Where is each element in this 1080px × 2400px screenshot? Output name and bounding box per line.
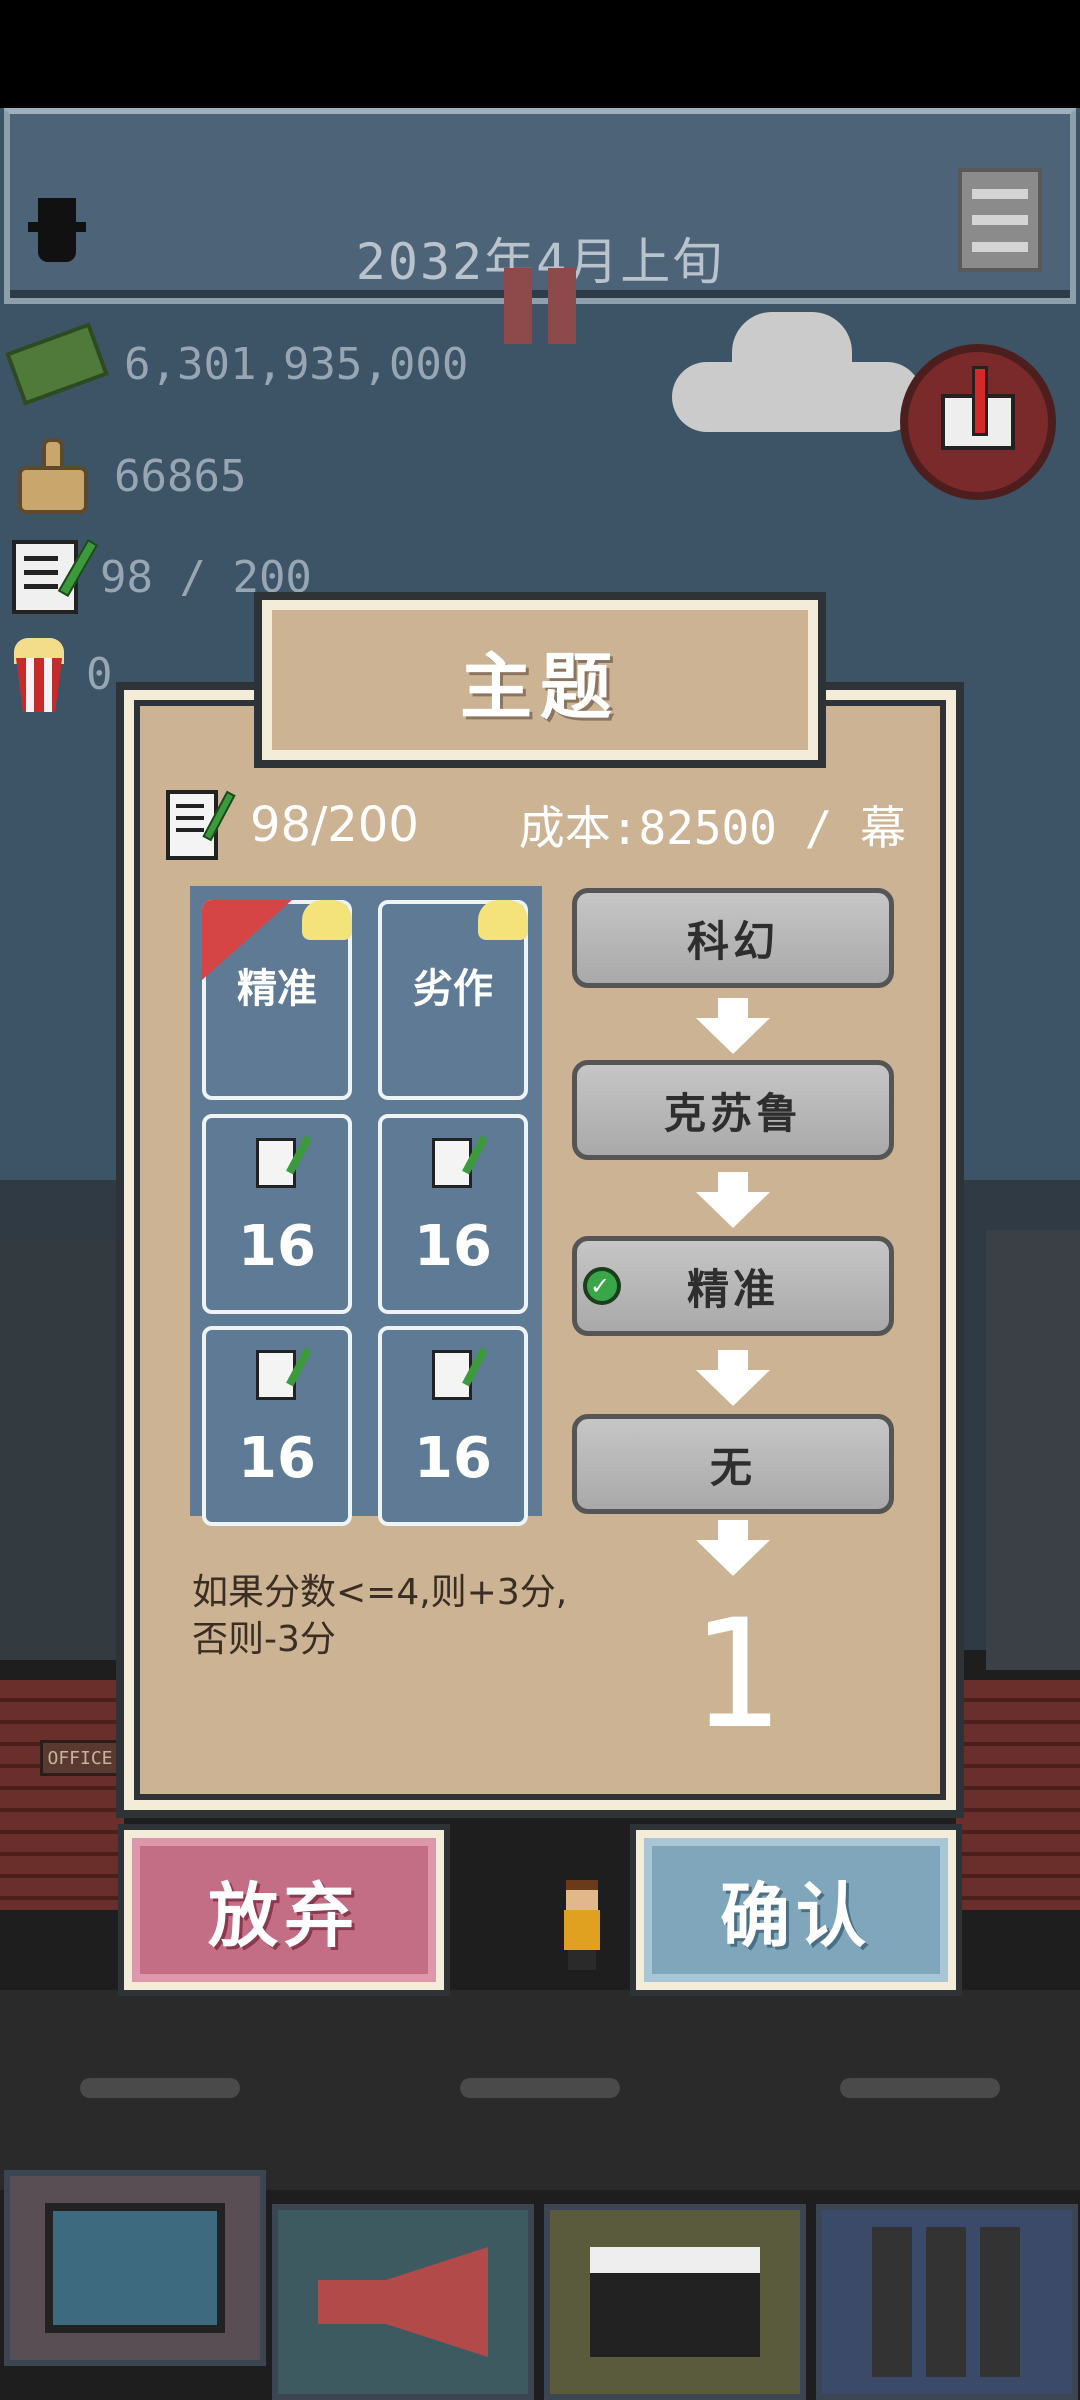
card-score[interactable]: 16 (202, 1114, 352, 1314)
popcorn-icon (12, 636, 64, 712)
likes-value: 66865 (114, 450, 247, 502)
sun-icon (302, 900, 352, 940)
office-sign: OFFICE (40, 1740, 120, 1776)
money-icon (5, 322, 109, 406)
brick-wall-right (956, 1680, 1080, 1910)
bottom-nav (0, 2170, 1080, 2400)
walking-character (560, 1880, 604, 1970)
cloud (672, 312, 922, 442)
money-value: 6,301,935,000 (124, 338, 469, 390)
card-score[interactable]: 16 (202, 1326, 352, 1526)
card-score[interactable]: 16 (378, 1114, 528, 1314)
road (0, 1990, 1080, 2190)
dialog-title: 主题 (459, 644, 620, 729)
script-icon (166, 790, 236, 860)
script-icon (256, 1135, 312, 1188)
script-icon (12, 539, 99, 614)
building-left (0, 1240, 120, 1660)
building-right (986, 1230, 1080, 1670)
sun-icon (478, 900, 528, 940)
down-arrow-icon (696, 1520, 770, 1576)
dialog-header: 98/200 成本:82500 / 幕 (166, 788, 906, 862)
script-progress: 98/200 (250, 797, 419, 853)
brick-wall-left (0, 1680, 124, 1910)
nav-computer-button[interactable] (4, 2170, 266, 2366)
nav-megaphone-button[interactable] (272, 2204, 534, 2400)
computer-icon (45, 2203, 225, 2333)
scripts-value: 98 / 200 (100, 551, 312, 603)
dialog-title-box: 主题 (254, 592, 826, 768)
script-icon (256, 1347, 312, 1400)
card-inferior[interactable]: 劣作 (378, 900, 528, 1100)
pipeline-step-theme[interactable]: 克苏鲁 (572, 1060, 894, 1160)
menu-button[interactable] (958, 168, 1042, 272)
check-icon: ✓ (583, 1267, 621, 1305)
fans-stat: 0 (12, 636, 113, 712)
card-precise[interactable]: 精准 (202, 900, 352, 1100)
likes-stat: 66865 (12, 436, 246, 516)
down-arrow-icon (696, 1350, 770, 1406)
clapperboard-alert-button[interactable] (900, 344, 1056, 500)
script-icon (432, 1135, 488, 1188)
card-grid: 精准 劣作 16 16 16 16 (190, 886, 542, 1526)
fans-value: 0 (86, 648, 113, 700)
nav-film-reels-button[interactable] (816, 2204, 1078, 2400)
status-bar (0, 0, 1080, 108)
clapperboard-icon (590, 2247, 760, 2357)
script-icon (432, 1347, 488, 1400)
abandon-button[interactable]: 放弃 (118, 1824, 450, 1996)
pipeline-step-selected[interactable]: ✓ 精准 (572, 1236, 894, 1336)
down-arrow-icon (696, 1172, 770, 1228)
money-stat: 6,301,935,000 (5, 322, 469, 406)
thumbs-up-icon (12, 436, 92, 516)
film-reels-icon (872, 2227, 1022, 2377)
pause-icon[interactable] (500, 268, 580, 344)
pipeline-step-genre[interactable]: 科幻 (572, 888, 894, 988)
nav-clapperboard-button[interactable] (544, 2204, 806, 2400)
result-value: 1 (690, 1588, 781, 1762)
down-arrow-icon (696, 998, 770, 1054)
pipeline-step-modifier[interactable]: 无 (572, 1414, 894, 1514)
game-scene: 2032年4月上旬 6,301,935,000 66865 98 / 200 0… (0, 0, 1080, 2400)
card-score[interactable]: 16 (378, 1326, 528, 1526)
megaphone-icon (318, 2247, 488, 2357)
cost-per-act: 成本:82500 / 幕 (518, 801, 906, 855)
confirm-button[interactable]: 确认 (630, 1824, 962, 1996)
rule-description: 如果分数<=4,则+3分,否则-3分 (192, 1572, 568, 1660)
